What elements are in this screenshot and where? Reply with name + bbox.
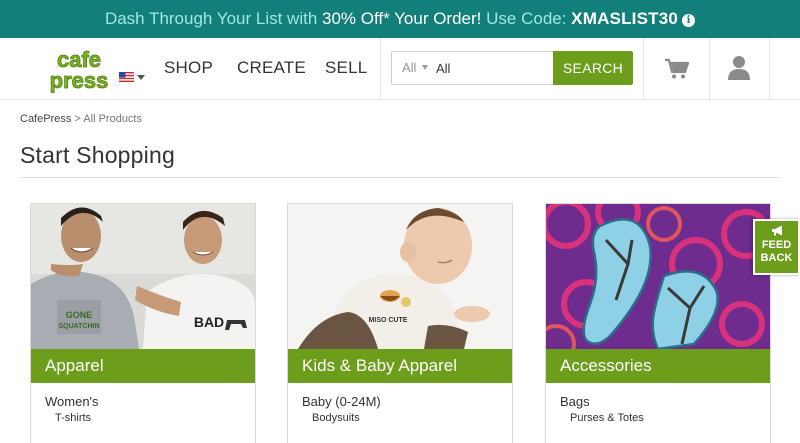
category-card-kids-baby[interactable]: MISO CUTE Kids & Baby Apparel Baby (0-24… <box>287 203 513 443</box>
breadcrumb-current: All Products <box>83 113 142 125</box>
site-header: cafe press SHOP CREATE SELL All SEARCH <box>0 38 800 100</box>
promo-text-3: Use Code: <box>481 9 572 28</box>
logo-text-bottom: press <box>50 68 109 93</box>
search-category-select[interactable]: All <box>402 60 416 75</box>
header-divider <box>709 38 710 99</box>
subcategory-link[interactable]: Purses & Totes <box>570 412 644 424</box>
feedback-label-2: BACK <box>760 252 793 264</box>
header-divider <box>380 38 381 99</box>
page-title: Start Shopping <box>20 142 175 168</box>
subcategory-link[interactable]: Women's <box>45 394 99 409</box>
category-title[interactable]: Kids & Baby Apparel <box>288 349 512 383</box>
promo-banner[interactable]: Dash Through Your List with 30% Off* You… <box>0 0 800 38</box>
breadcrumb-home[interactable]: CafePress <box>20 113 71 125</box>
promo-text-1: Dash Through Your List with <box>104 9 322 28</box>
header-divider <box>643 38 644 99</box>
category-card-accessories[interactable]: Accessories Bags Purses & Totes <box>545 203 771 443</box>
subcategory-link[interactable]: Bodysuits <box>312 412 360 424</box>
nav-create[interactable]: CREATE <box>237 58 306 78</box>
promo-text-2: 30% Off* Your Order! <box>322 9 482 28</box>
subcategory-link[interactable]: T-shirts <box>55 412 91 424</box>
category-title[interactable]: Apparel <box>31 349 255 383</box>
search-input[interactable] <box>436 58 546 78</box>
promo-code: XMASLIST30 <box>571 9 679 28</box>
shirt-print-3: BAD <box>194 314 224 330</box>
feedback-label-1: FEED <box>761 239 792 251</box>
category-card-apparel[interactable]: GONE SQUATCHIN BAD Apparel Women's T-shi… <box>30 203 256 443</box>
shirt-print: MISO CUTE <box>369 317 408 324</box>
nav-sell[interactable]: SELL <box>325 58 367 78</box>
user-icon[interactable] <box>727 55 751 81</box>
kids-baby-image: MISO CUTE <box>288 204 512 349</box>
subcategory-link[interactable]: Baby (0-24M) <box>302 394 381 409</box>
breadcrumb: CafePress > All Products <box>20 113 142 125</box>
cart-icon[interactable] <box>664 58 690 80</box>
subcategory-link[interactable]: Bags <box>560 394 590 409</box>
nav-shop[interactable]: SHOP <box>164 58 213 78</box>
chevron-down-icon[interactable] <box>422 65 428 70</box>
megaphone-icon <box>772 225 782 236</box>
title-divider <box>20 177 780 178</box>
shirt-print-2: SQUATCHIN <box>58 323 99 330</box>
flag-icon[interactable] <box>119 72 134 82</box>
category-title[interactable]: Accessories <box>546 349 770 383</box>
accessories-image <box>546 204 770 349</box>
shirt-print-1: GONE <box>66 310 93 320</box>
apparel-image: GONE SQUATCHIN BAD <box>31 204 255 349</box>
header-divider <box>769 38 770 99</box>
feedback-button[interactable]: FEED BACK <box>753 219 800 275</box>
info-icon[interactable]: i <box>682 14 696 27</box>
search-button[interactable]: SEARCH <box>553 51 633 85</box>
cafepress-logo[interactable]: cafe press <box>46 47 112 93</box>
locale-dropdown-icon[interactable] <box>137 75 145 80</box>
breadcrumb-separator: > <box>71 113 84 125</box>
